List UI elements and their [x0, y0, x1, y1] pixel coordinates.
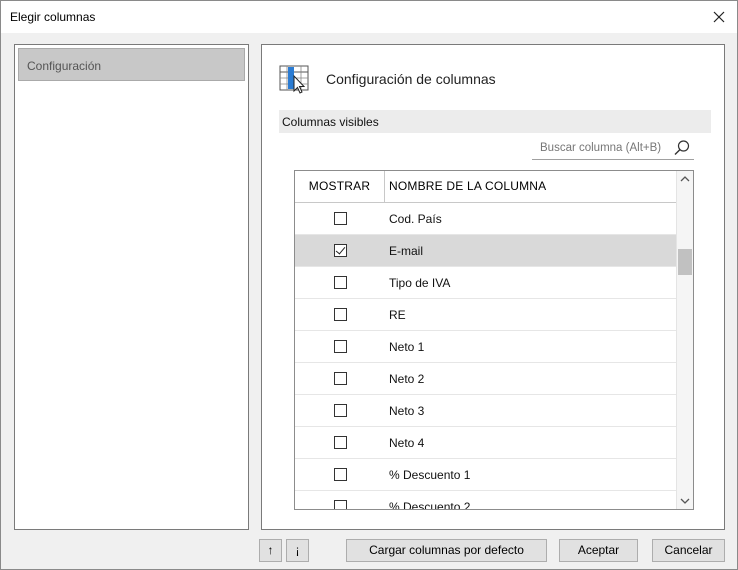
- show-checkbox[interactable]: [334, 276, 347, 289]
- search-icon[interactable]: [673, 139, 691, 157]
- title-bar: Elegir columnas: [1, 1, 737, 33]
- sidebar: Configuración: [14, 44, 249, 530]
- scrollbar-thumb[interactable]: [678, 249, 692, 275]
- column-name: Cod. País: [389, 212, 442, 226]
- table-row[interactable]: Neto 4: [295, 427, 677, 459]
- table-row[interactable]: Cod. País: [295, 203, 677, 235]
- columns-config-icon: [279, 65, 309, 94]
- move-up-button[interactable]: ↑: [259, 539, 282, 562]
- show-checkbox[interactable]: [334, 340, 347, 353]
- table-row[interactable]: E-mail: [295, 235, 677, 267]
- table-row[interactable]: % Descuento 1: [295, 459, 677, 491]
- search-input[interactable]: [532, 137, 668, 159]
- show-checkbox[interactable]: [334, 308, 347, 321]
- scroll-down-arrow-icon[interactable]: [677, 492, 693, 509]
- page-title: Configuración de columnas: [326, 71, 496, 87]
- window-title: Elegir columnas: [10, 10, 96, 24]
- scroll-up-arrow-icon[interactable]: [677, 171, 693, 188]
- search-box: [532, 137, 694, 160]
- accept-button[interactable]: Aceptar: [559, 539, 638, 562]
- show-checkbox[interactable]: [334, 404, 347, 417]
- close-icon: [713, 11, 725, 23]
- column-name: E-mail: [389, 244, 424, 258]
- column-name: Neto 1: [389, 340, 425, 354]
- show-checkbox[interactable]: [334, 244, 347, 257]
- column-name: Neto 4: [389, 436, 425, 450]
- load-defaults-button[interactable]: Cargar columnas por defecto: [346, 539, 547, 562]
- show-checkbox[interactable]: [334, 436, 347, 449]
- column-name: % Descuento 1: [389, 468, 471, 482]
- section-title: Columnas visibles: [282, 115, 379, 129]
- table-row[interactable]: Neto 2: [295, 363, 677, 395]
- columns-grid: MOSTRAR NOMBRE DE LA COLUMNA Cod. País E…: [294, 170, 694, 510]
- info-icon: ¡: [295, 543, 300, 557]
- info-button[interactable]: ¡: [286, 539, 309, 562]
- sidebar-item-label: Configuración: [27, 59, 102, 73]
- column-name: Neto 3: [389, 404, 425, 418]
- grid-rows: Cod. País E-mail Tipo de IVA RE Neto 1 N…: [295, 203, 677, 510]
- table-row[interactable]: Tipo de IVA: [295, 267, 677, 299]
- vertical-scrollbar[interactable]: [676, 171, 693, 509]
- table-row[interactable]: Neto 3: [295, 395, 677, 427]
- column-name: RE: [389, 308, 406, 322]
- show-checkbox[interactable]: [334, 212, 347, 225]
- show-checkbox[interactable]: [334, 468, 347, 481]
- table-row[interactable]: RE: [295, 299, 677, 331]
- column-name: Tipo de IVA: [389, 276, 451, 290]
- table-row[interactable]: Neto 1: [295, 331, 677, 363]
- column-name: Neto 2: [389, 372, 425, 386]
- arrow-up-icon: ↑: [267, 543, 274, 557]
- dialog-window: Elegir columnas Configuración Configurac…: [0, 0, 738, 570]
- section-header: Columnas visibles: [279, 110, 711, 133]
- column-name: % Descuento 2: [389, 500, 471, 510]
- show-checkbox[interactable]: [334, 500, 347, 509]
- show-checkbox[interactable]: [334, 372, 347, 385]
- table-row[interactable]: % Descuento 2: [295, 491, 677, 510]
- main-panel: Configuración de columnas Columnas visib…: [261, 44, 725, 530]
- column-header-nombre[interactable]: NOMBRE DE LA COLUMNA: [389, 171, 546, 202]
- close-button[interactable]: [707, 5, 731, 29]
- grid-header: MOSTRAR NOMBRE DE LA COLUMNA: [295, 171, 677, 203]
- column-header-mostrar[interactable]: MOSTRAR: [295, 171, 385, 202]
- sidebar-item-configuracion[interactable]: Configuración: [18, 48, 245, 81]
- cancel-button[interactable]: Cancelar: [652, 539, 725, 562]
